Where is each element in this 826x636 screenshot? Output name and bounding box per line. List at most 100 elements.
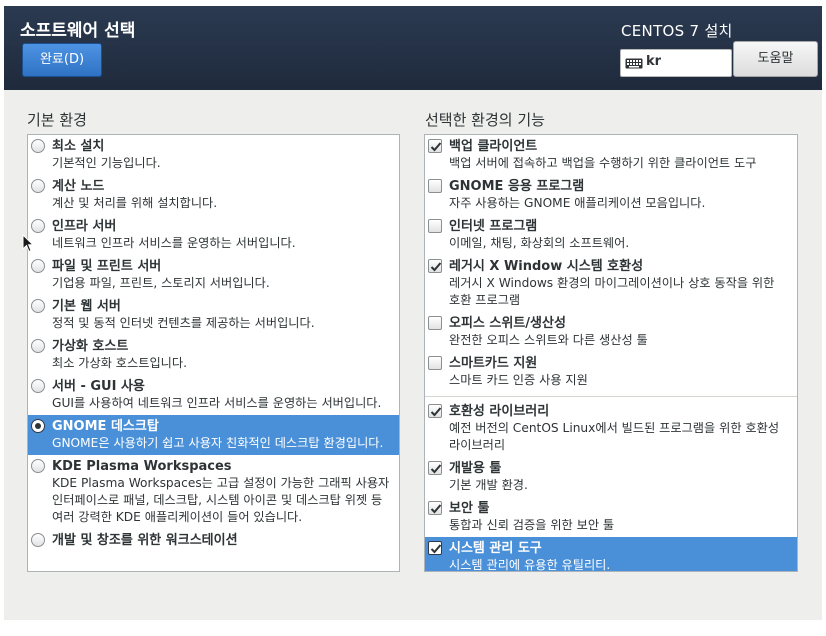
radio-button[interactable] (31, 379, 45, 393)
checkbox[interactable] (428, 219, 442, 233)
keyboard-layout-indicator[interactable]: kr (620, 49, 732, 77)
option-title: 기본 웹 서버 (52, 299, 121, 314)
option-description: 레거시 X Windows 환경의 마이그레이션이나 상호 동작을 위한 호환 … (449, 276, 775, 307)
option-title: 인터넷 프로그램 (449, 219, 538, 234)
option-title: 개발 및 창조를 위한 워크스테이션 (52, 533, 238, 548)
addon-option[interactable]: 레거시 X Window 시스템 호환성레거시 X Windows 환경의 마이… (425, 255, 797, 312)
option-title: 계산 노드 (52, 179, 105, 194)
base-env-option[interactable]: 개발 및 창조를 위한 워크스테이션 (28, 529, 399, 552)
checkbox[interactable] (428, 179, 442, 193)
checkbox[interactable] (428, 541, 442, 555)
option-title: GNOME 데스크탑 (52, 419, 159, 434)
option-title: 오피스 스위트/생산성 (449, 316, 566, 331)
base-env-option[interactable]: 기본 웹 서버정적 및 동적 인터넷 컨텐츠를 제공하는 서버입니다. (28, 295, 399, 335)
radio-button[interactable] (31, 139, 45, 153)
radio-button[interactable] (31, 459, 45, 473)
option-description: 네트워크 인프라 서비스를 운영하는 서버입니다. (52, 236, 296, 250)
addons-label: 선택한 환경의 기능 (425, 111, 545, 129)
option-description: 정적 및 동적 인터넷 컨텐츠를 제공하는 서버입니다. (52, 316, 315, 330)
base-env-option[interactable]: 서버 - GUI 사용 GUI를 사용하여 네트워크 인프라 서비스를 운영하는 … (28, 375, 399, 415)
base-environment-label: 기본 환경 (27, 111, 87, 129)
option-title: KDE Plasma Workspaces (52, 459, 232, 474)
checkbox[interactable] (428, 139, 442, 153)
checkmark-icon (430, 407, 442, 417)
checkbox[interactable] (428, 259, 442, 273)
checkbox[interactable] (428, 501, 442, 515)
option-description: 이메일, 채팅, 화상회의 소프트웨어. (449, 236, 630, 250)
base-environment-list[interactable]: 최소 설치 기본적인 기능입니다. 계산 노드 계산 및 처리를 위해 설치합니다. 인… (27, 134, 400, 572)
option-description: 최소 가상화 호스트입니다. (52, 356, 187, 370)
option-description: 기본적인 기능입니다. (52, 156, 161, 170)
radio-button[interactable] (31, 179, 45, 193)
option-title: 서버 - GUI 사용 (52, 379, 145, 394)
mouse-cursor-icon (22, 234, 34, 253)
option-title: 백업 클라이언트 (449, 139, 538, 154)
addon-option[interactable]: 인터넷 프로그램이메일, 채팅, 화상회의 소프트웨어. (425, 215, 797, 255)
addon-option[interactable]: 오피스 스위트/생산성완전한 오피스 스위트와 다른 생산성 툴 (425, 312, 797, 352)
option-title: 최소 설치 (52, 139, 105, 154)
option-title: 개발용 툴 (449, 461, 502, 476)
option-title: GNOME 응용 프로그램 (449, 179, 585, 194)
radio-button[interactable] (31, 259, 45, 273)
addon-option[interactable]: 호환성 라이브러리예전 버전의 CentOS Linux에서 빌드된 프로그램을… (425, 400, 797, 457)
checkbox[interactable] (428, 461, 442, 475)
option-title: 레거시 X Window 시스템 호환성 (449, 259, 644, 274)
radio-button[interactable] (31, 219, 45, 233)
option-description: 시스템 관리에 유용한 유틸리티. (449, 558, 611, 572)
option-title: 가상화 호스트 (52, 339, 129, 354)
base-env-option[interactable]: 인프라 서버네트워크 인프라 서비스를 운영하는 서버입니다. (28, 215, 399, 255)
base-env-option[interactable]: KDE Plasma Workspaces KDE Plasma Workspac… (28, 455, 399, 529)
checkbox[interactable] (428, 316, 442, 330)
checkmark-icon (430, 262, 442, 272)
help-button[interactable]: 도움말 (733, 41, 818, 77)
installer-window: 소프트웨어 선택 완료(D) CENTOS 7 설치 kr 도움말 기본 환경 … (4, 6, 822, 620)
option-description: 완전한 오피스 스위트와 다른 생산성 툴 (449, 333, 648, 347)
radio-dot (35, 423, 41, 429)
base-env-option[interactable]: 가상화 호스트최소 가상화 호스트입니다. (28, 335, 399, 375)
option-description: 기본 개발 환경. (449, 478, 528, 492)
addon-option[interactable]: 보안 툴통합과 신뢰 검증을 위한 보안 툴 (425, 497, 797, 537)
option-description: GUI를 사용하여 네트워크 인프라 서비스를 운영하는 서버입니다. (52, 396, 382, 410)
install-title: CENTOS 7 설치 (621, 22, 733, 40)
radio-button[interactable] (31, 419, 45, 433)
addon-option[interactable]: GNOME 응용 프로그램자주 사용하는 GNOME 애플리케이션 모음입니다. (425, 175, 797, 215)
checkbox[interactable] (428, 356, 442, 370)
radio-button[interactable] (31, 533, 45, 547)
base-env-option[interactable]: 파일 및 프린트 서버기업용 파일, 프린트, 스토리지 서버입니다. (28, 255, 399, 295)
option-title: 보안 툴 (449, 501, 490, 516)
option-description: KDE Plasma Workspaces는 고급 설정이 가능한 그래픽 사용… (52, 476, 390, 524)
keyboard-icon (625, 58, 643, 69)
option-title: 시스템 관리 도구 (449, 541, 542, 556)
option-description: 통합과 신뢰 검증을 위한 보안 툴 (449, 518, 615, 532)
done-button[interactable]: 완료(D) (22, 43, 102, 77)
option-title: 스마트카드 지원 (449, 356, 538, 371)
base-env-option[interactable]: 최소 설치기본적인 기능입니다. (28, 135, 399, 175)
addons-list[interactable]: 백업 클라이언트백업 서버에 접속하고 백업을 수행하기 위한 클라이언트 도구… (424, 134, 798, 572)
option-description: 예전 버전의 CentOS Linux에서 빌드된 프로그램을 위한 호환성 라… (449, 421, 780, 452)
addon-option[interactable]: 시스템 관리 도구시스템 관리에 유용한 유틸리티. (425, 537, 797, 572)
group-separator (425, 396, 797, 397)
checkmark-icon (430, 504, 442, 514)
option-title: 인프라 서버 (52, 219, 117, 234)
option-description: 자주 사용하는 GNOME 애플리케이션 모음입니다. (449, 196, 706, 210)
option-title: 호환성 라이브러리 (449, 404, 550, 419)
addon-option[interactable]: 개발용 툴기본 개발 환경. (425, 457, 797, 497)
option-title: 파일 및 프린트 서버 (52, 259, 162, 274)
option-description: 기업용 파일, 프린트, 스토리지 서버입니다. (52, 276, 270, 290)
option-description: 계산 및 처리를 위해 설치합니다. (52, 196, 218, 210)
addon-option[interactable]: 스마트카드 지원스마트 카드 인증 사용 지원 (425, 352, 797, 392)
radio-button[interactable] (31, 339, 45, 353)
checkmark-icon (430, 142, 442, 152)
addon-option[interactable]: 백업 클라이언트백업 서버에 접속하고 백업을 수행하기 위한 클라이언트 도구 (425, 135, 797, 175)
option-description: 스마트 카드 인증 사용 지원 (449, 373, 588, 387)
keyboard-layout-text: kr (646, 54, 662, 69)
checkbox[interactable] (428, 404, 442, 418)
option-description: GNOME은 사용하기 쉽고 사용자 친화적인 데스크탑 환경입니다. (52, 436, 384, 450)
checkmark-icon (430, 544, 442, 554)
radio-button[interactable] (31, 299, 45, 313)
option-description: 백업 서버에 접속하고 백업을 수행하기 위한 클라이언트 도구 (449, 156, 757, 170)
base-env-option[interactable]: GNOME 데스크탑 GNOME은 사용하기 쉽고 사용자 친화적인 데스크탑 환… (28, 415, 399, 455)
base-env-option[interactable]: 계산 노드계산 및 처리를 위해 설치합니다. (28, 175, 399, 215)
spoke-title: 소프트웨어 선택 (20, 21, 136, 41)
spoke-header: 소프트웨어 선택 완료(D) CENTOS 7 설치 kr 도움말 (4, 6, 822, 90)
